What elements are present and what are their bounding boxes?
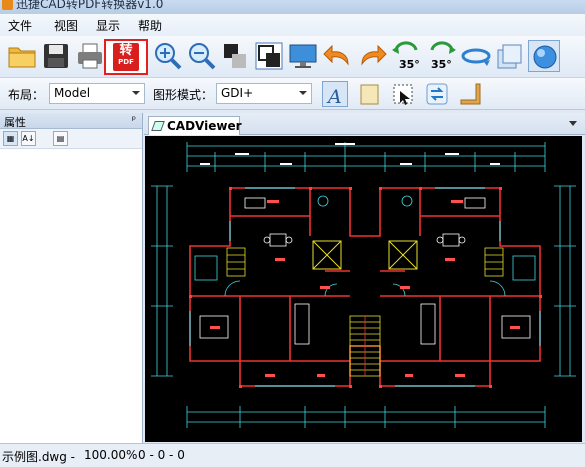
top-dimension-lines	[186, 142, 546, 172]
white-background-button[interactable]	[253, 40, 285, 72]
window-title: 迅捷CAD转PDF转换器v1.0	[16, 0, 164, 11]
print-button[interactable]	[74, 40, 106, 72]
tab-cadviewer-label: CADViewer	[167, 119, 242, 133]
side-dimension-lines	[151, 185, 576, 377]
sort-alphabetical-icon[interactable]: A↓	[21, 131, 36, 146]
menu-file[interactable]: 文件	[8, 17, 32, 34]
layout-select-value: Model	[54, 86, 91, 100]
sphere-icon	[533, 45, 557, 69]
properties-title: 属性	[4, 116, 26, 129]
redo-button[interactable]	[356, 40, 388, 72]
rotate-3d-button[interactable]	[460, 40, 492, 72]
rotate-right-label: 35°	[431, 58, 452, 71]
tab-list-dropdown-icon[interactable]	[569, 121, 577, 126]
display-monitor-button[interactable]	[287, 40, 319, 72]
convert-to-pdf-button[interactable]: 转 PDF	[104, 39, 148, 75]
tab-cadviewer[interactable]: CADViewer	[148, 116, 242, 135]
paper-background-button[interactable]	[356, 81, 382, 107]
categorized-view-icon[interactable]: ▦	[3, 131, 18, 146]
graphics-mode-label: 图形模式：	[153, 88, 214, 102]
save-button[interactable]	[40, 40, 72, 72]
switch-view-button[interactable]	[424, 81, 450, 107]
measure-button[interactable]	[458, 81, 484, 107]
layers-icon	[497, 44, 522, 69]
folder-icon	[8, 47, 36, 68]
menu-bar: 文件 视图 显示 帮助	[0, 14, 585, 36]
swap-arrows-icon	[426, 83, 448, 105]
side-stairs	[226, 247, 504, 277]
ruler-corner-icon	[460, 83, 481, 105]
rotate-right-icon: 35°	[430, 41, 456, 71]
status-bar: 示例图.dwg - 100.00% 0 - 0 - 0	[0, 443, 585, 467]
properties-panel: 属性 ᵖ ▦ A↓ ▤	[0, 113, 143, 443]
menu-view[interactable]: 视图	[54, 17, 78, 34]
bottom-dimension-lines	[186, 406, 546, 428]
fixtures	[194, 195, 536, 297]
black-background-icon	[224, 44, 246, 68]
svg-text:A: A	[326, 86, 342, 108]
drawing-tab-icon	[151, 121, 165, 131]
properties-toolbar: ▦ A↓ ▤	[0, 129, 142, 149]
status-coordinates: 0 - 0 - 0	[138, 448, 185, 462]
title-bar: 迅捷CAD转PDF转换器v1.0	[0, 0, 585, 14]
zoom-in-icon	[155, 43, 182, 70]
layout-label: 布局：	[8, 88, 45, 102]
rotate-left-button[interactable]: 35°	[390, 40, 424, 72]
open-folder-button[interactable]	[6, 40, 38, 72]
monitor-icon	[289, 44, 317, 68]
layout-toolbar: 布局： Model 图形模式： GDI+ A	[0, 78, 585, 110]
pin-icon[interactable]: ᵖ	[132, 115, 136, 126]
printer-icon	[78, 43, 102, 69]
cad-drawing-canvas[interactable]	[145, 136, 582, 442]
chevron-down-icon	[132, 91, 140, 95]
layers-button[interactable]	[494, 40, 526, 72]
pdf-button-zh: 转	[119, 43, 133, 58]
viewer-tab-bar: CADViewer	[144, 113, 585, 135]
text-style-icon: A	[326, 86, 342, 108]
graphics-mode-select[interactable]: GDI+	[216, 83, 312, 104]
select-region-icon	[393, 84, 413, 105]
text-toggle-button[interactable]: A	[322, 81, 348, 108]
graphics-mode-value: GDI+	[221, 86, 254, 100]
menu-display[interactable]: 显示	[96, 17, 120, 34]
black-background-button[interactable]	[220, 40, 252, 72]
zoom-out-icon	[189, 43, 216, 70]
properties-header: 属性 ᵖ	[0, 113, 142, 129]
zoom-out-button[interactable]	[186, 40, 218, 72]
stairwell	[349, 315, 381, 377]
rotate-left-icon: 35°	[392, 41, 420, 71]
layout-select[interactable]: Model	[49, 83, 145, 104]
status-file-name: 示例图.dwg -	[2, 450, 76, 464]
rotate-3d-icon	[461, 48, 491, 66]
property-pages-icon[interactable]: ▤	[53, 131, 68, 146]
white-background-icon	[255, 42, 283, 70]
select-region-button[interactable]	[390, 81, 416, 107]
zoom-in-button[interactable]	[152, 40, 184, 72]
undo-arrow-icon	[323, 44, 349, 66]
paper-icon	[360, 84, 379, 105]
chevron-down-icon	[299, 91, 307, 95]
app-logo-icon	[2, 0, 13, 10]
redo-arrow-icon	[361, 44, 387, 66]
undo-button[interactable]	[322, 40, 354, 72]
rotate-left-label: 35°	[399, 58, 420, 71]
sphere-view-button[interactable]	[528, 40, 560, 72]
main-toolbar: 转 PDF 35° 35°	[0, 36, 585, 101]
status-zoom-level: 100.00%	[84, 448, 138, 462]
pdf-icon: 转 PDF	[113, 43, 139, 71]
lift-core	[312, 240, 418, 270]
save-icon	[44, 44, 68, 68]
rotate-right-button[interactable]: 35°	[424, 40, 458, 72]
menu-help[interactable]: 帮助	[138, 17, 162, 34]
floor-plan-drawing	[151, 142, 576, 428]
pdf-button-en: PDF	[118, 58, 134, 66]
